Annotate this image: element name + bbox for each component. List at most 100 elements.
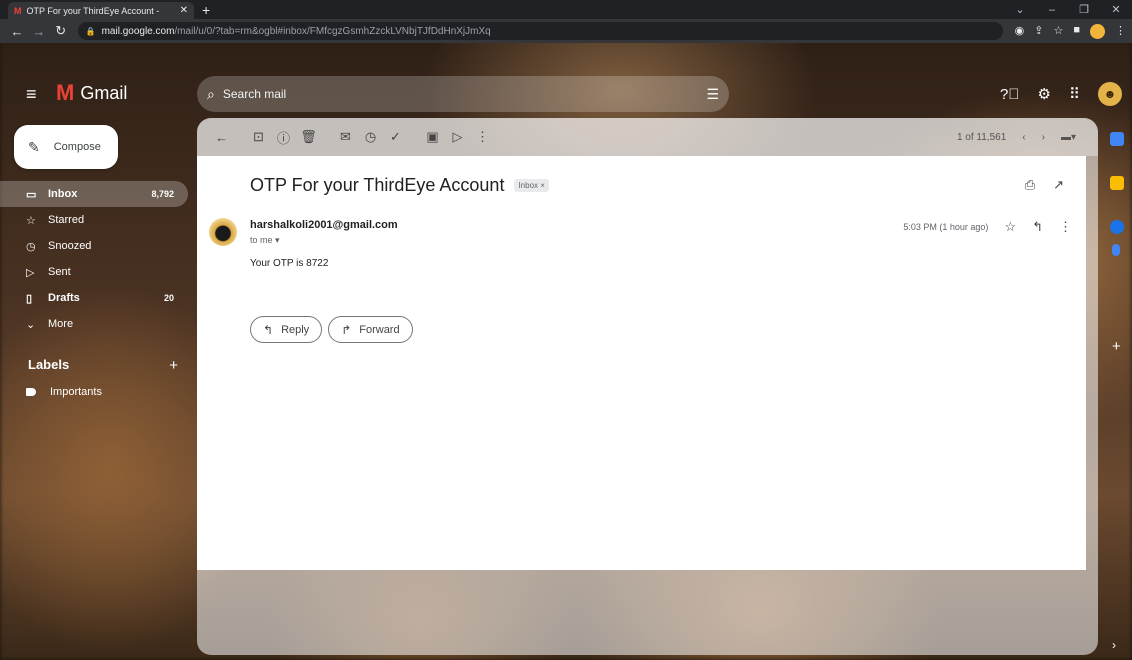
subject-line: OTP For your ThirdEye Account Inbox × — [250, 175, 549, 196]
eye-icon[interactable]: ◉ — [1015, 24, 1025, 39]
more-options-icon[interactable]: ⋮ — [470, 129, 495, 145]
account-avatar[interactable]: ☻ — [1098, 82, 1122, 106]
search-icon[interactable]: ⌕ — [207, 86, 215, 103]
share-icon[interactable]: ⇪ — [1034, 24, 1043, 39]
extension-icons: ◉ ⇪ ☆ ■ ⋮ — [1015, 23, 1126, 39]
label-name: Importants — [50, 386, 102, 398]
recipient-details[interactable]: to me ▾ — [250, 235, 280, 246]
header-actions: ?⃝ ⚙ ⠿ ☻ — [1000, 82, 1122, 106]
message-view: OTP For your ThirdEye Account Inbox × ⎙ … — [197, 156, 1086, 570]
move-to-icon[interactable]: ▣ — [420, 129, 445, 145]
gmail-favicon-icon: M — [14, 5, 22, 16]
forward-arrow-icon: ↱ — [341, 322, 352, 337]
star-icon[interactable]: ☆ — [1004, 219, 1016, 235]
compose-button[interactable]: ✎ Compose — [14, 125, 118, 169]
sidebar-item-label: Starred — [48, 214, 85, 226]
label-icon[interactable]: ▷ — [445, 129, 470, 145]
message-meta: 5:03 PM (1 hour ago) ☆ ↰ ⋮ — [903, 219, 1072, 235]
message-panel: ← ⊡ ⓘ 🗑 ✉ ◷ ✓ ▣ ▷ ⋮ 1 of 11,561 ‹ › ▬▾ O… — [197, 118, 1098, 655]
apps-grid-icon[interactable]: ⠿ — [1069, 85, 1080, 103]
sidebar-item-more[interactable]: ⌄ More — [0, 311, 188, 337]
sender-email[interactable]: harshalkoli2001@gmail.com — [250, 219, 398, 231]
help-icon[interactable]: ?⃝ — [1000, 86, 1020, 103]
sidebar-item-inbox[interactable]: ▭ Inbox 8,792 — [0, 181, 188, 207]
subject-actions: ⎙ ↗ — [1025, 177, 1064, 193]
pagination: 1 of 11,561 ‹ › ▬▾ — [957, 132, 1098, 143]
add-label-icon[interactable]: + — [169, 357, 178, 374]
lock-icon[interactable]: 🔒 — [86, 27, 96, 36]
window-close-icon[interactable]: ✕ — [1100, 3, 1132, 16]
reply-label: Reply — [281, 323, 310, 336]
settings-gear-icon[interactable]: ⚙ — [1038, 85, 1051, 103]
archive-icon[interactable]: ⊡ — [246, 129, 271, 145]
unread-count: 8,792 — [151, 189, 174, 199]
send-icon: ▷ — [26, 266, 35, 279]
contacts-icon[interactable] — [1112, 244, 1120, 256]
reply-button[interactable]: ↰ Reply — [250, 316, 323, 343]
clock-icon: ◷ — [26, 240, 36, 253]
newer-icon[interactable]: ‹ — [1022, 132, 1025, 143]
sidebar-item-snoozed[interactable]: ◷ Snoozed — [0, 233, 188, 259]
message-more-icon[interactable]: ⋮ — [1059, 219, 1072, 235]
profile-avatar-icon[interactable] — [1089, 23, 1105, 39]
star-icon: ☆ — [26, 214, 36, 227]
labels-header: Labels + — [28, 357, 178, 374]
pagination-text: 1 of 11,561 — [956, 131, 1007, 143]
open-new-window-icon[interactable]: ↗ — [1053, 177, 1064, 193]
mark-unread-icon[interactable]: ✉ — [333, 129, 358, 145]
main-menu-icon[interactable]: ≡ — [26, 84, 37, 105]
url-host: mail.google.com — [101, 25, 175, 37]
add-task-icon[interactable]: ✓ — [383, 129, 408, 145]
new-tab-icon[interactable]: + — [202, 2, 210, 18]
inbox-icon: ▭ — [26, 188, 37, 201]
search-input[interactable]: Search mail — [223, 87, 707, 101]
input-tools-icon[interactable]: ▬▾ — [1061, 132, 1076, 143]
gmail-logo[interactable]: M Gmail — [56, 82, 127, 104]
bookmark-star-icon[interactable]: ☆ — [1053, 24, 1063, 39]
browser-tab-strip: M OTP For your ThirdEye Account - ✕ + ⌄ … — [0, 0, 1132, 19]
browser-tab[interactable]: M OTP For your ThirdEye Account - ✕ — [8, 2, 194, 19]
forward-label: Forward — [359, 323, 400, 336]
message-time: 5:03 PM (1 hour ago) — [903, 222, 989, 232]
minimize-icon[interactable]: – — [1036, 4, 1068, 16]
tab-search-icon[interactable]: ⌄ — [1004, 3, 1036, 16]
delete-icon[interactable]: 🗑 — [296, 129, 321, 145]
inbox-label-chip[interactable]: Inbox × — [514, 179, 549, 192]
label-item-importants[interactable]: Importants — [26, 386, 102, 398]
sidebar-item-starred[interactable]: ☆ Starred — [0, 207, 188, 233]
chevron-down-icon: ⌄ — [26, 318, 36, 331]
snooze-icon[interactable]: ◷ — [358, 129, 383, 145]
window-controls: ⌄ – ❐ ✕ — [1004, 0, 1132, 19]
forward-button[interactable]: ↱ Forward — [328, 316, 413, 343]
tab-close-icon[interactable]: ✕ — [180, 5, 188, 16]
calendar-icon[interactable] — [1110, 132, 1124, 146]
sender-avatar[interactable] — [209, 218, 237, 246]
sidebar-item-drafts[interactable]: ▯ Drafts 20 — [0, 285, 188, 311]
restore-icon[interactable]: ❐ — [1068, 3, 1100, 16]
get-addons-icon[interactable]: + — [1112, 338, 1121, 355]
gmail-wordmark: Gmail — [80, 82, 128, 103]
print-icon[interactable]: ⎙ — [1025, 177, 1035, 193]
side-panel: + › — [1102, 118, 1132, 658]
message-body: Your OTP is 8722 — [250, 258, 329, 269]
sidepanel-icon[interactable]: ■ — [1073, 24, 1080, 39]
url-path: /mail/u/0/?tab=rm&ogbl#inbox/FMfcgzGsmhZ… — [174, 25, 491, 37]
search-options-icon[interactable]: ☰ — [706, 86, 719, 103]
address-bar[interactable]: 🔒 mail.google.com /mail/u/0/?tab=rm&ogbl… — [77, 22, 1003, 40]
back-icon[interactable]: ← — [6, 24, 28, 39]
forward-icon[interactable]: → — [28, 24, 50, 39]
reload-icon[interactable]: ↻ — [50, 23, 72, 39]
hide-side-panel-icon[interactable]: › — [1112, 638, 1116, 652]
sidebar-item-sent[interactable]: ▷ Sent — [0, 259, 188, 285]
back-to-inbox-icon[interactable]: ← — [209, 130, 234, 145]
labels-title: Labels — [28, 357, 70, 372]
older-icon[interactable]: › — [1042, 132, 1045, 143]
tasks-icon[interactable] — [1110, 220, 1124, 234]
search-bar[interactable]: ⌕ Search mail ☰ — [197, 76, 729, 112]
browser-menu-icon[interactable]: ⋮ — [1115, 24, 1126, 39]
report-spam-icon[interactable]: ⓘ — [271, 128, 296, 147]
tab-title: OTP For your ThirdEye Account - — [26, 5, 160, 16]
reply-arrow-icon: ↰ — [263, 322, 274, 337]
keep-icon[interactable] — [1110, 176, 1124, 190]
reply-icon[interactable]: ↰ — [1032, 219, 1043, 235]
